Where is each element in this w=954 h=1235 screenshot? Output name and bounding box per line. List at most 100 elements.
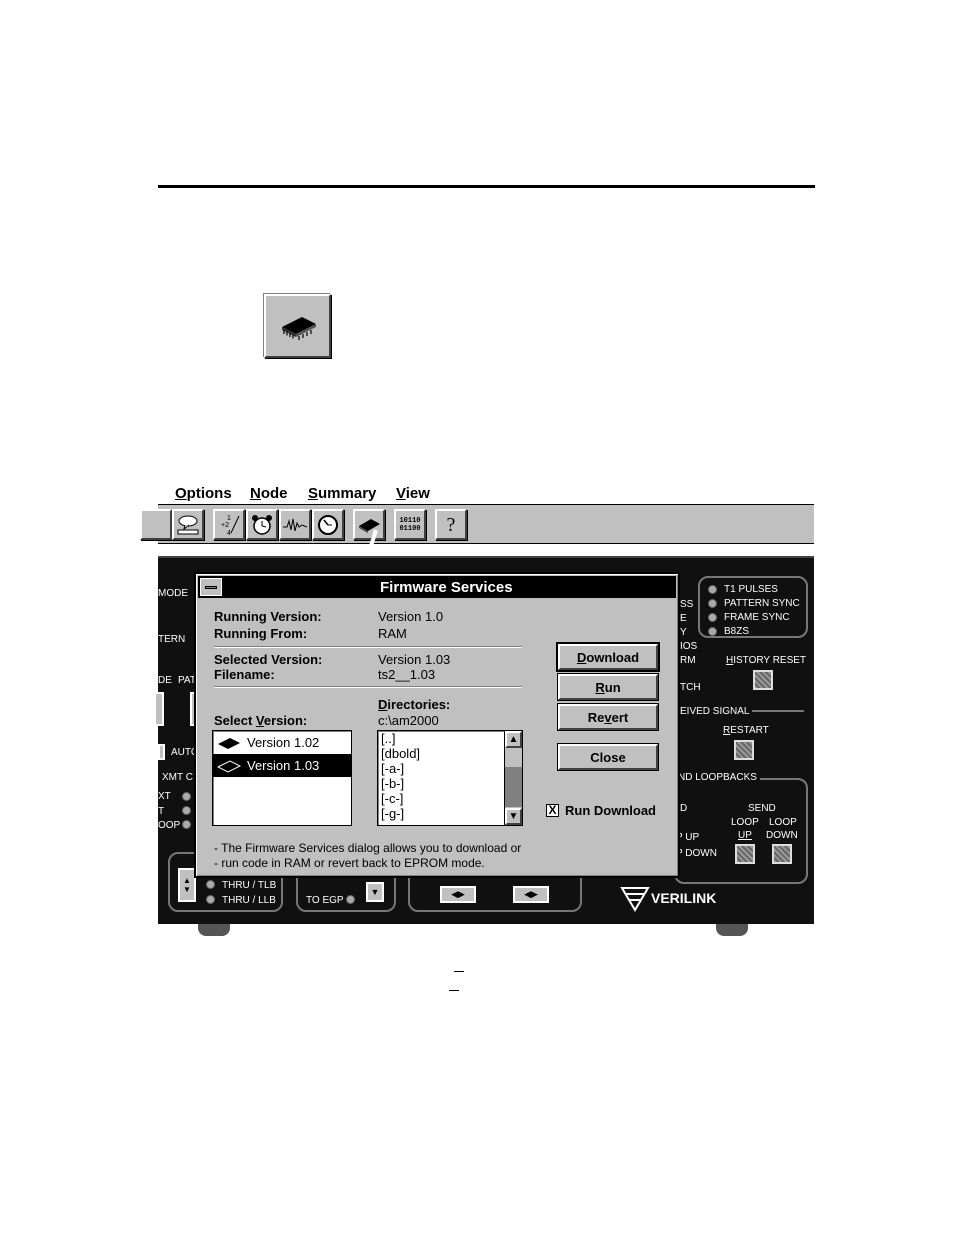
close-button[interactable]: Close (558, 744, 658, 770)
toolbar-button-map[interactable] (172, 509, 204, 540)
led-frame-sync (708, 613, 717, 622)
filename-value: ts2__1.03 (378, 667, 436, 682)
underline-mark-1 (454, 971, 464, 972)
chip-icon (218, 737, 240, 749)
directories-scrollbar[interactable]: ▲ ▼ (504, 731, 522, 825)
help-icon: ? (446, 513, 456, 536)
directory-item[interactable]: [-b-] (378, 776, 522, 791)
left-right-button-1[interactable]: ◀▶ (440, 886, 476, 903)
scroll-up-arrow-icon[interactable]: ▲ (505, 731, 522, 748)
led-xt (182, 792, 191, 801)
alarm-clock-icon (252, 514, 272, 535)
firmware-icon-button[interactable] (264, 294, 331, 358)
loop-up-label-1: LOOP (731, 817, 759, 828)
toolbar-button-help[interactable]: ? (435, 509, 467, 540)
menu-options-mnemonic: O (175, 485, 187, 502)
directory-item[interactable]: [-g-] (378, 806, 522, 821)
run-download-checkbox[interactable]: X (546, 804, 559, 817)
waveform-icon (283, 518, 308, 531)
history-reset-text: ISTORY RESET (733, 655, 807, 666)
filename-label: Filename: (214, 667, 275, 682)
run-button[interactable]: Run (558, 674, 658, 700)
directory-item[interactable]: [-a-] (378, 761, 522, 776)
speech-bubble-icon (177, 515, 199, 534)
egp-selector[interactable]: ▼ (366, 882, 384, 902)
brand-label: VERILINK (651, 890, 717, 906)
panel-right-label-tch: TCH (680, 682, 701, 693)
verilink-logo-icon (620, 887, 650, 912)
version-listbox[interactable]: Version 1.02 Version 1.03 (212, 730, 352, 826)
loop-up-button[interactable] (735, 844, 755, 864)
loop-down-button[interactable] (772, 844, 792, 864)
svg-text:1: 1 (227, 515, 231, 522)
menu-options[interactable]: Options (175, 485, 232, 502)
run-mnemonic: R (595, 679, 605, 695)
loop-down-label-1: LOOP (769, 817, 797, 828)
menu-view[interactable]: View (396, 485, 430, 502)
toolbar-button-binary[interactable]: 10110 01100 (394, 509, 426, 540)
restart-button[interactable] (734, 740, 754, 760)
underline-mark-2 (449, 990, 459, 991)
directories-listbox[interactable]: [..] [dbold] [-a-] [-b-] [-c-] [-g-] ▲ ▼ (377, 730, 523, 826)
dialog-titlebar: Firmware Services (198, 576, 676, 598)
directories-label: Directories: (378, 697, 450, 712)
toolbar-button-signal[interactable] (279, 509, 311, 540)
thru-llb-label: THRU / LLB (222, 895, 276, 906)
version-item-1[interactable]: Version 1.02 (213, 731, 351, 754)
toolbar-button-counts[interactable]: 1 +2 4 (213, 509, 245, 540)
restart-text: ESTART (730, 725, 769, 736)
left-right-button-2[interactable]: ◀▶ (513, 886, 549, 903)
menu-summary[interactable]: Summary (308, 485, 376, 502)
running-version-value: Version 1.0 (378, 609, 444, 624)
led-to-egp (346, 895, 355, 904)
scroll-thumb[interactable] (505, 767, 522, 807)
led-b8zs (708, 627, 717, 636)
led-oop (182, 820, 191, 829)
panel-label-tern: TERN (158, 634, 186, 645)
binary-icon: 10110 01100 (399, 517, 420, 533)
running-version-label: Running Version: (214, 609, 322, 624)
led-t (182, 806, 191, 815)
system-menu-button[interactable] (200, 578, 222, 596)
directory-item[interactable]: [-c-] (378, 791, 522, 806)
panel-label-xmt: XMT C (162, 772, 193, 783)
scroll-down-arrow-icon[interactable]: ▼ (505, 808, 522, 825)
auto-toggle[interactable] (158, 744, 165, 760)
running-from-value: RAM (378, 626, 407, 641)
toolbar-button-alarm[interactable] (246, 509, 278, 540)
directory-item[interactable]: [..] (378, 731, 522, 746)
panel-label-xt: XT (158, 791, 171, 802)
menu-node[interactable]: Node (250, 485, 288, 502)
version-item-label: Version 1.03 (247, 758, 320, 773)
history-reset-button[interactable] (753, 670, 773, 690)
panel-selector-left[interactable] (154, 692, 164, 726)
directory-item[interactable]: [dbold] (378, 746, 522, 761)
download-button[interactable]: Download (558, 644, 658, 670)
revert-button[interactable]: Re v ert (558, 704, 658, 730)
selected-version-label: Selected Version: (214, 652, 323, 667)
run-label: un (604, 679, 621, 695)
help-text-line-2: - run code in RAM or revert back to EPRO… (214, 856, 485, 870)
svg-text:4: 4 (227, 530, 231, 537)
minus-icon (205, 585, 217, 589)
close-label: Close (590, 749, 626, 765)
panel-label-mode: MODE (158, 588, 188, 599)
version-item-2[interactable]: Version 1.03 (213, 754, 351, 777)
document-page: Options Node Summary View 1 +2 4 10110 011… (0, 0, 954, 1235)
panel-right-label-ios: IOS (680, 641, 698, 652)
panel-label-op-down: P DOWN (676, 848, 717, 859)
toolbar-button-partial[interactable] (140, 509, 172, 540)
version-item-label: Version 1.02 (247, 735, 320, 750)
menu-node-mnemonic: N (250, 485, 261, 502)
history-reset-label: HISTORY RESET (726, 655, 806, 666)
thru-tlb-label: THRU / TLB (222, 880, 277, 891)
toolbar: 1 +2 4 10110 01100 ? (140, 504, 814, 544)
separator-1 (214, 646, 522, 648)
chip-icon (217, 759, 241, 773)
b8zs-label: B8ZS (724, 626, 750, 637)
selected-version-value: Version 1.03 (378, 652, 451, 667)
led-thru-llb (206, 895, 215, 904)
restart-label: RESTART (723, 725, 769, 736)
received-signal-label: EIVED SIGNAL (680, 706, 753, 717)
device-foot-right (716, 924, 748, 936)
